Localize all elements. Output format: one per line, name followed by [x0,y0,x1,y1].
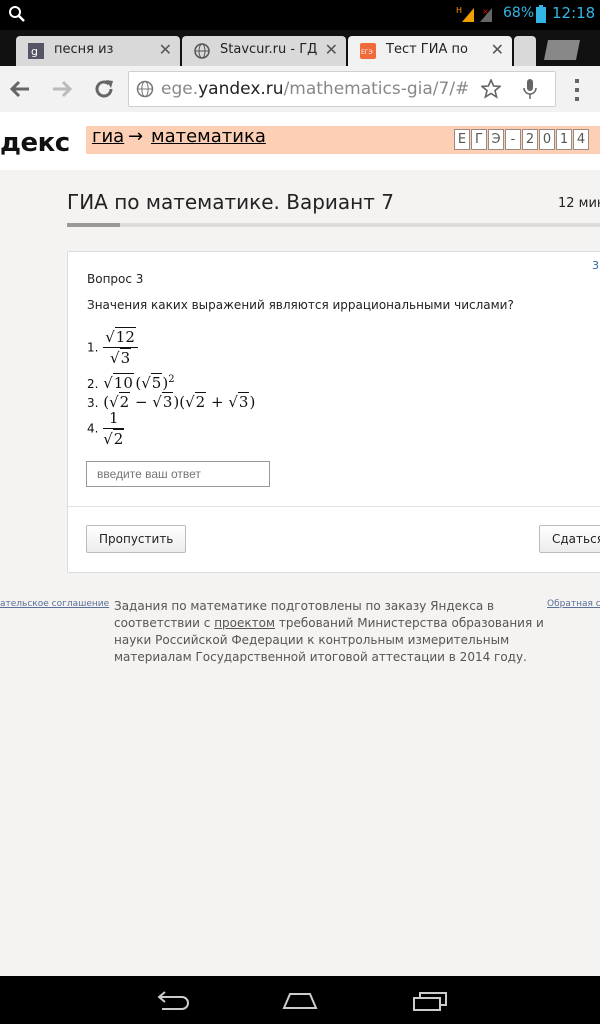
search-icon[interactable] [8,5,26,23]
divider [68,506,600,507]
option-number: 3. [87,396,99,410]
g-favicon-icon: g [28,43,44,59]
browser-toolbar: ege.yandex.ru/mathematics-gia/7/# [0,66,600,113]
skip-button[interactable]: Пропустить [86,525,187,553]
user-agreement-link[interactable]: ательское соглашение [0,599,109,609]
back-icon[interactable] [8,77,32,101]
breadcrumb-arrow: → [128,126,144,147]
tab-partial[interactable] [514,36,536,66]
ege-badge-char: Э [488,129,504,150]
battery-percent: 68% [503,5,535,21]
ege-badge-char: 1 [556,129,572,150]
option-1: 1. √12 √3 [87,327,138,367]
url-text[interactable]: ege.yandex.ru/mathematics-gia/7/# [161,79,469,99]
svg-text:g: g [31,45,38,58]
home-nav-icon[interactable] [280,990,320,1012]
clock: 12:18 [552,4,596,22]
option-number: 2. [87,377,99,391]
microphone-icon[interactable] [523,78,537,100]
footer-text: Задания по математике подготовлены по за… [114,599,544,664]
progress-bar [67,223,600,227]
question-number: Вопрос 3 [87,272,144,286]
recent-apps-icon[interactable] [410,990,450,1012]
question-text: Значения каких выражений являются ирраци… [87,298,514,312]
ege-badge-char: 4 [573,129,589,150]
option-number: 4. [87,421,99,436]
new-tab-icon[interactable] [540,38,584,62]
svg-text:ЕГЭ: ЕГЭ [361,49,373,56]
status-bar: H × 68% 12:18 [0,0,600,30]
ege-2014-badge[interactable]: ЕГЭ-2014 [454,129,590,150]
svg-text:H: H [456,6,462,15]
breadcrumb-math[interactable]: математика [151,126,266,147]
question-card: 3 Вопрос 3 Значения каких выражений явля… [67,251,600,573]
ege-badge-char: Г [471,129,487,150]
ege-badge-char: Е [454,129,470,150]
tab-strip: g песня из ✕ Stavcur.ru - ГД ✕ ЕГЭ Тест … [0,30,600,66]
option-4: 4. 1 √2 [87,409,125,448]
menu-icon[interactable] [572,78,582,102]
yandex-logo[interactable]: декс [0,128,70,158]
tab-label: Тест ГИА по [386,42,468,57]
timer: 12 мин [558,196,600,211]
globe-icon [194,43,210,59]
star-icon[interactable] [481,79,501,99]
tab-label: Stavcur.ru - ГД [220,42,318,57]
system-nav-bar [0,976,600,1024]
answer-input[interactable] [86,461,270,487]
signal-icon: H × [456,6,492,22]
progress-fill [67,223,121,227]
reload-icon[interactable] [92,77,116,101]
close-icon[interactable]: ✕ [491,40,504,59]
svg-text:×: × [482,7,489,16]
question-counter[interactable]: 3 [592,259,599,272]
address-bar[interactable]: ege.yandex.ru/mathematics-gia/7/# [128,71,556,107]
site-header: декс гиа → математика ЕГЭ-2014 [0,112,600,170]
close-icon[interactable]: ✕ [159,40,172,59]
globe-icon [136,80,154,98]
forward-icon[interactable] [50,77,74,101]
tab-label: песня из [54,42,114,57]
tab-stavcur[interactable]: Stavcur.ru - ГД ✕ [182,36,346,66]
project-link[interactable]: проектом [214,616,275,630]
breadcrumb-gia[interactable]: гиа [92,126,124,147]
tab-gia-test[interactable]: ЕГЭ Тест ГИА по ✕ [348,36,512,66]
close-icon[interactable]: ✕ [325,40,338,59]
ege-badge-char: - [505,129,521,150]
tab-song[interactable]: g песня из ✕ [16,36,180,66]
surrender-button[interactable]: Сдаться [539,525,600,553]
back-nav-icon[interactable] [152,990,192,1012]
option-2: 2. √10 (√5)2 [87,373,175,392]
feedback-link[interactable]: Обратная с [547,599,600,609]
option-number: 1. [87,340,99,355]
page-title: ГИА по математике. Вариант 7 [67,190,394,214]
battery-icon [536,5,546,23]
ege-favicon-icon: ЕГЭ [360,43,376,59]
breadcrumb: гиа → математика ЕГЭ-2014 [86,126,600,154]
ege-badge-char: 0 [539,129,555,150]
ege-badge-char: 2 [522,129,538,150]
